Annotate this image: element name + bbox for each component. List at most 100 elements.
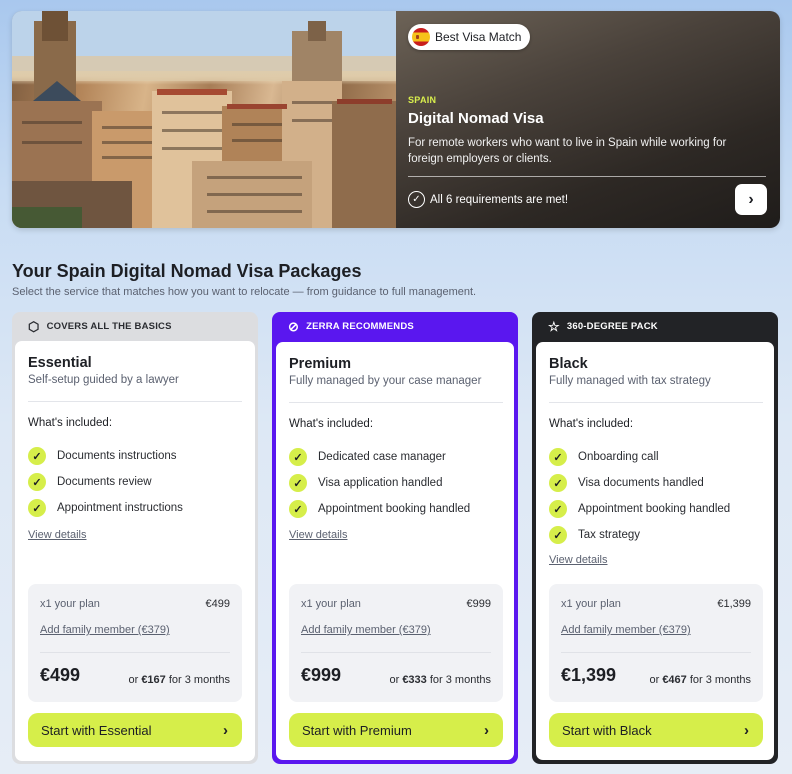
feature-label: Dedicated case manager (318, 451, 446, 463)
view-details-link[interactable]: View details (549, 554, 608, 566)
package-name: Black (549, 356, 588, 372)
package-ribbon: ⊘ ZERRA RECOMMENDS (272, 312, 518, 340)
price-summary: x1 your plan €1,399 Add family member (€… (549, 584, 763, 702)
page-subtitle: Select the service that matches how you … (12, 286, 477, 298)
check-icon: ✓ (549, 448, 567, 466)
package-name: Premium (289, 356, 352, 372)
package-name: Essential (28, 355, 92, 371)
check-icon: ✓ (549, 474, 567, 492)
included-label: What's included: (549, 418, 634, 430)
madrid-city-photo (12, 11, 396, 228)
installment-info: or €467 for 3 months (649, 674, 751, 686)
view-details-link[interactable]: View details (28, 529, 87, 541)
installment-prefix: or (389, 674, 403, 686)
view-details-link[interactable]: View details (289, 529, 348, 541)
divider (289, 402, 503, 403)
price-summary: x1 your plan €499 Add family member (€37… (28, 584, 242, 702)
check-icon: ✓ (289, 500, 307, 518)
star-icon: ☆ (548, 318, 560, 334)
visa-summary-panel: Best Visa Match SPAIN Digital Nomad Visa… (396, 11, 780, 228)
ribbon-label: COVERS ALL THE BASICS (46, 320, 172, 332)
total-price: €999 (301, 665, 342, 685)
package-tagline: Fully managed with tax strategy (549, 375, 711, 387)
package-body: Essential Self-setup guided by a lawyer … (15, 341, 255, 761)
feature-list: ✓ Documents instructions ✓ Documents revie… (28, 443, 183, 521)
open-visa-button[interactable]: › (735, 184, 767, 215)
feature-label: Visa application handled (318, 477, 443, 489)
plan-price: €499 (205, 598, 230, 610)
total-price: €499 (40, 665, 81, 685)
chevron-right-icon: › (484, 721, 489, 739)
package-tagline: Fully managed by your case manager (289, 375, 482, 387)
feature-item: ✓ Documents instructions (28, 443, 183, 469)
package-body: Premium Fully managed by your case manag… (276, 342, 514, 760)
ribbon-label: ZERRA RECOMMENDS (306, 320, 414, 332)
plan-price: €1,399 (717, 598, 751, 610)
package-tagline: Self-setup guided by a lawyer (28, 374, 179, 386)
divider (301, 652, 491, 653)
check-icon: ✓ (289, 474, 307, 492)
feature-label: Appointment instructions (57, 502, 183, 514)
installment-suffix: for 3 months (426, 674, 491, 686)
start-essential-button[interactable]: Start with Essential › (28, 713, 242, 747)
check-icon: ✓ (28, 473, 46, 491)
package-body: Black Fully managed with tax strategy Wh… (536, 342, 774, 760)
add-family-member-link[interactable]: Add family member (€379) (561, 624, 691, 636)
chevron-right-icon: › (748, 190, 754, 208)
feature-item: ✓ Dedicated case manager (289, 444, 470, 470)
start-black-button[interactable]: Start with Black › (549, 713, 763, 747)
installment-suffix: for 3 months (165, 674, 230, 686)
chevron-right-icon: › (744, 721, 749, 739)
feature-item: ✓ Visa documents handled (549, 470, 730, 496)
feature-label: Appointment booking handled (318, 503, 471, 515)
plan-price: €999 (466, 598, 491, 610)
installment-suffix: for 3 months (686, 674, 751, 686)
divider (561, 652, 751, 653)
discount-badge-icon: ⊘ (288, 318, 300, 334)
divider (40, 652, 230, 653)
feature-list: ✓ Onboarding call ✓ Visa documents handled… (549, 444, 730, 548)
visa-description: For remote workers who want to live in S… (408, 137, 727, 165)
check-circle-icon: ✓ (408, 191, 425, 208)
feature-list: ✓ Dedicated case manager ✓ Visa applicatio… (289, 444, 470, 522)
installment-amount: €467 (662, 674, 687, 686)
requirements-text: All 6 requirements are met! (430, 193, 569, 206)
start-premium-button[interactable]: Start with Premium › (289, 713, 503, 747)
installment-info: or €167 for 3 months (128, 674, 230, 686)
feature-item: ✓ Appointment booking handled (289, 496, 470, 522)
included-label: What's included: (28, 417, 113, 429)
package-card-essential: ⬡ COVERS ALL THE BASICS Essential Self-s… (12, 312, 258, 764)
check-icon: ✓ (289, 448, 307, 466)
chevron-right-icon: › (223, 721, 228, 739)
total-price: €1,399 (561, 665, 617, 685)
feature-item: ✓ Appointment booking handled (549, 496, 730, 522)
add-family-member-link[interactable]: Add family member (€379) (40, 624, 170, 636)
feature-item: ✓ Appointment instructions (28, 495, 183, 521)
feature-item: ✓ Onboarding call (549, 444, 730, 470)
plan-quantity-label: x1 your plan (561, 598, 621, 610)
check-icon: ✓ (549, 500, 567, 518)
feature-label: Appointment booking handled (578, 503, 731, 515)
installment-amount: €333 (402, 674, 427, 686)
add-family-member-link[interactable]: Add family member (€379) (301, 624, 431, 636)
feature-label: Tax strategy (578, 529, 640, 541)
spain-flag-icon (412, 28, 430, 46)
box-icon: ⬡ (28, 318, 40, 334)
installment-amount: €167 (141, 674, 166, 686)
divider (549, 402, 763, 403)
visa-match-hero: Best Visa Match SPAIN Digital Nomad Visa… (12, 11, 780, 228)
feature-item: ✓ Tax strategy (549, 522, 730, 548)
button-label: Start with Premium (302, 722, 412, 738)
check-icon: ✓ (28, 447, 46, 465)
country-label: SPAIN (408, 95, 437, 105)
plan-quantity-label: x1 your plan (40, 598, 100, 610)
button-label: Start with Essential (41, 722, 152, 738)
package-ribbon: ☆ 360-DEGREE PACK (532, 312, 778, 340)
package-card-black: ☆ 360-DEGREE PACK Black Fully managed wi… (532, 312, 778, 764)
badge-label: Best Visa Match (435, 30, 522, 44)
price-summary: x1 your plan €999 Add family member (€37… (289, 584, 503, 702)
plan-quantity-label: x1 your plan (301, 598, 361, 610)
feature-label: Documents instructions (57, 450, 177, 462)
installment-info: or €333 for 3 months (389, 674, 491, 686)
feature-label: Visa documents handled (578, 477, 704, 489)
